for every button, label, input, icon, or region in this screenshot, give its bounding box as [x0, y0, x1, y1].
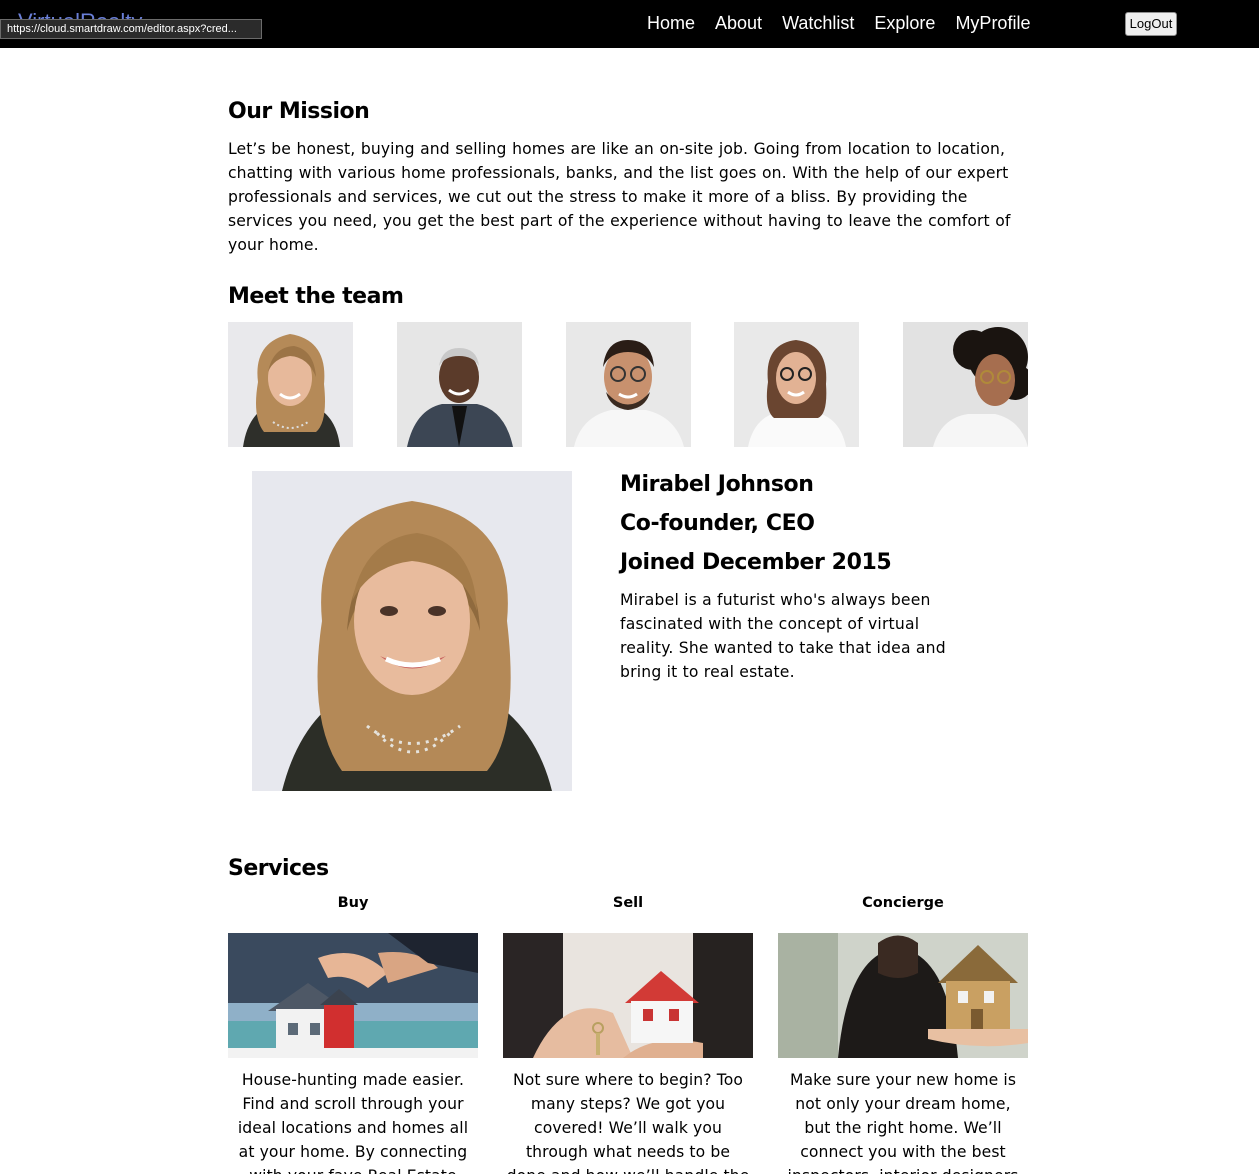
member-joined-date: Joined December 2015 [620, 550, 892, 575]
team-member-thumb-2[interactable] [396, 322, 522, 447]
team-member-photo-1 [228, 322, 353, 447]
services-heading: Services [228, 856, 329, 881]
selected-member-photo [252, 471, 572, 791]
top-navbar: VirtualRealty https://cloud.smartdraw.co… [0, 0, 1259, 48]
service-concierge-description: Make sure your new home is not only your… [788, 1071, 1019, 1174]
team-member-thumb-5[interactable] [903, 322, 1028, 447]
mission-text: Let’s be honest, buying and selling home… [228, 140, 1011, 254]
team-member-photo-5 [903, 322, 1028, 447]
selected-member-portrait [252, 471, 572, 791]
member-role: Co-founder, CEO [620, 511, 815, 536]
handshake-house-image [228, 933, 478, 1058]
hand-house-image [778, 933, 1028, 1058]
team-member-thumb-3[interactable] [565, 322, 691, 447]
service-buy-description: House-hunting made easier. Find and scro… [237, 1071, 469, 1174]
service-concierge: Concierge Make sure your new home is not… [778, 893, 1028, 1174]
nav-watchlist-link[interactable]: Watchlist [782, 11, 854, 35]
service-buy-label: Buy [337, 895, 369, 911]
nav-myprofile-link[interactable]: MyProfile [955, 11, 1030, 35]
nav-about-link[interactable]: About [715, 11, 762, 35]
service-concierge-image [778, 933, 1028, 1058]
team-heading: Meet the team [228, 284, 404, 309]
member-bio: Mirabel is a futurist who's always been … [620, 591, 946, 681]
member-name: Mirabel Johnson [620, 472, 814, 497]
link-url-tooltip: https://cloud.smartdraw.com/editor.aspx?… [0, 19, 262, 39]
nav-home-link[interactable]: Home [647, 11, 695, 35]
service-concierge-label: Concierge [862, 895, 944, 911]
service-sell: Sell Not sure where to begin? Too many s… [503, 893, 753, 1174]
service-sell-label: Sell [612, 895, 644, 911]
team-member-thumb-1[interactable] [228, 322, 353, 447]
service-buy-image [228, 933, 478, 1058]
service-sell-description: Not sure where to begin? Too many steps?… [507, 1071, 750, 1174]
team-member-photo-4 [734, 322, 860, 447]
nav-links: Home About Watchlist Explore MyProfile [647, 11, 1030, 35]
mission-heading: Our Mission [228, 99, 370, 124]
team-thumbnails [228, 322, 1028, 447]
logout-button[interactable]: LogOut [1125, 12, 1177, 36]
team-member-photo-2 [396, 322, 522, 447]
nav-explore-link[interactable]: Explore [874, 11, 935, 35]
service-buy: Buy House-hunting made easier. Find and … [228, 893, 478, 1174]
keys-house-image [503, 933, 753, 1058]
team-member-photo-3 [565, 322, 691, 447]
team-member-thumb-4[interactable] [734, 322, 860, 447]
service-sell-image [503, 933, 753, 1058]
